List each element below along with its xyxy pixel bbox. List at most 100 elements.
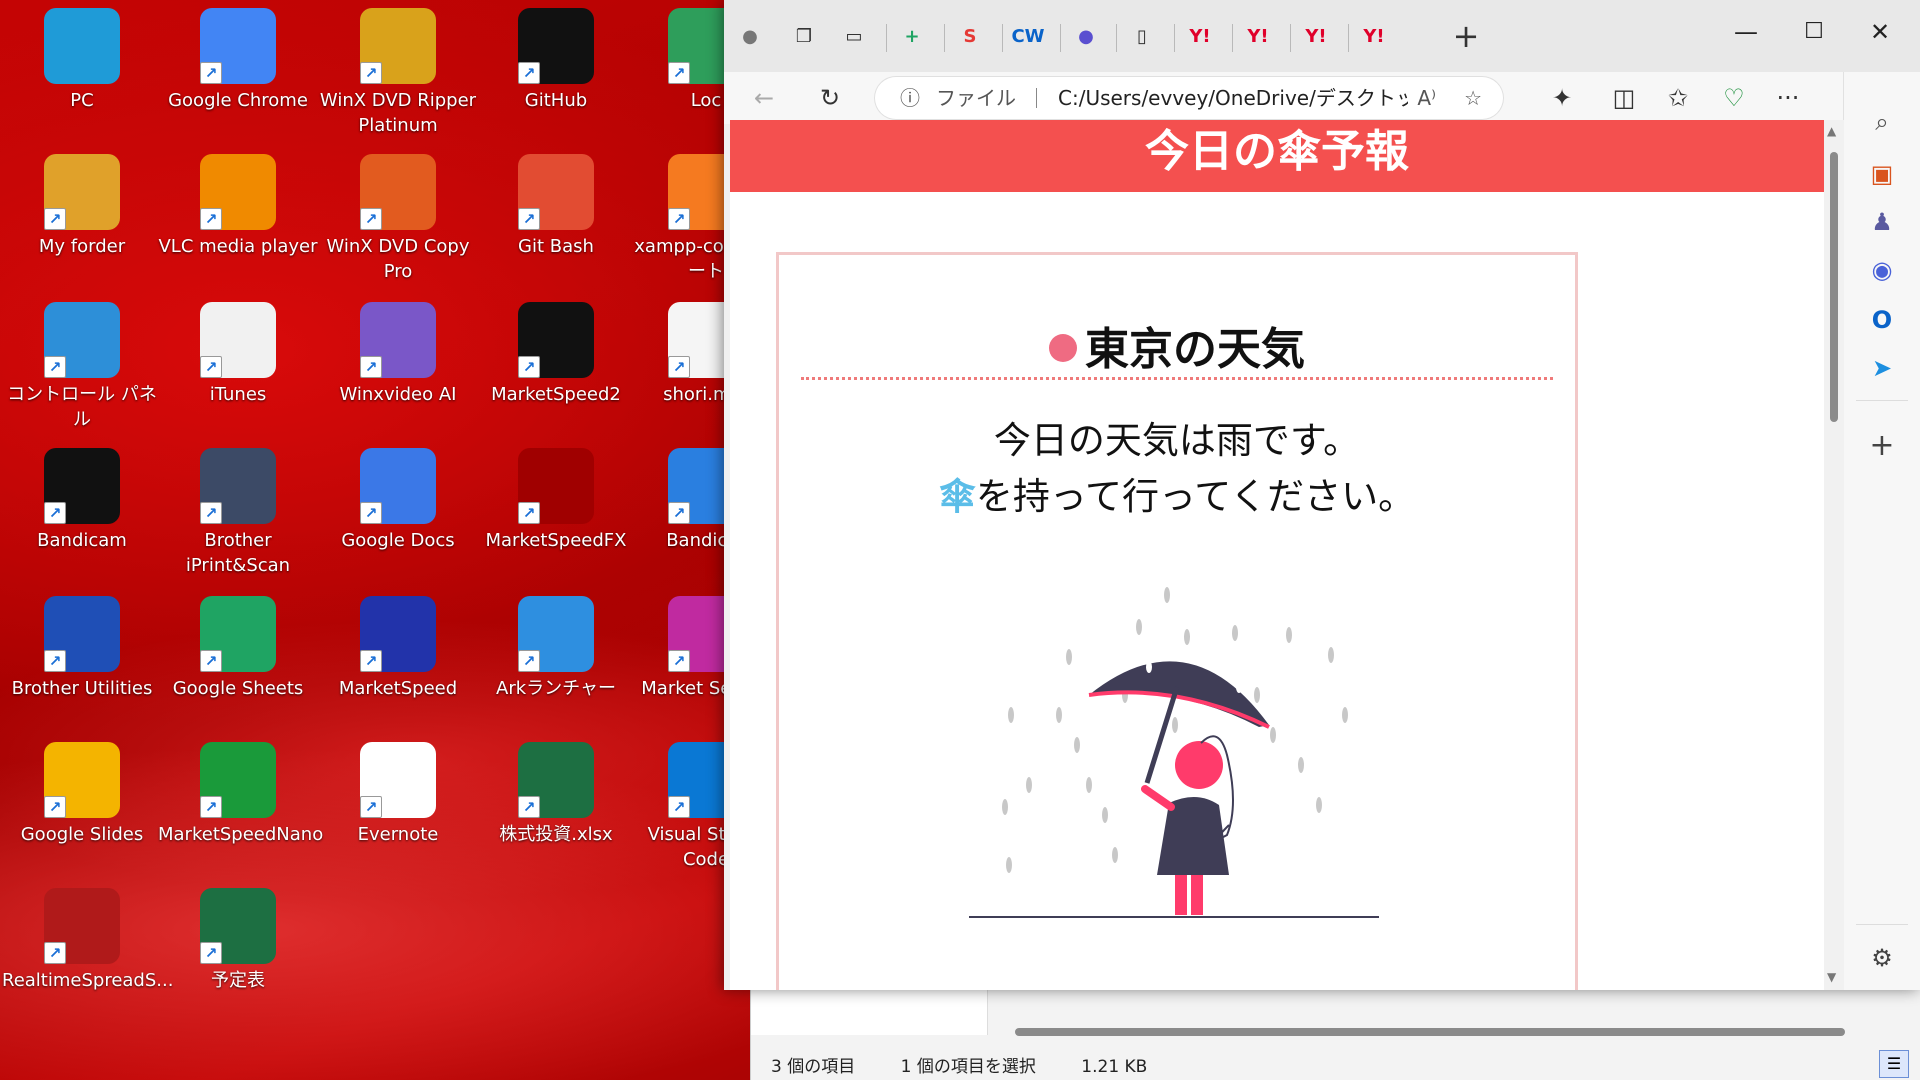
desktop-icon-label: RealtimeSpreadS... — [2, 970, 174, 991]
card-title: 東京の天気 — [779, 313, 1575, 377]
desktop-icon[interactable]: ↗ Google Docs — [318, 440, 478, 553]
google-slides-icon: ↗ — [44, 742, 120, 818]
close-button[interactable]: ✕ — [1850, 12, 1910, 52]
desktop-icon[interactable]: ↗ Winxvideo AI — [318, 294, 478, 407]
desktop-icon[interactable]: ↗ Git Bash — [476, 146, 636, 259]
desktop-icon[interactable]: ↗ Google Sheets — [158, 588, 318, 701]
read-aloud-icon[interactable]: A⁾ — [1417, 76, 1436, 120]
shortcut-arrow-icon: ↗ — [44, 650, 66, 672]
explorer-horizontal-scrollbar[interactable] — [1015, 1028, 1845, 1036]
yahoo-tab-icon[interactable]: Y! — [1356, 18, 1392, 54]
favorites-icon[interactable]: ✩ — [1658, 80, 1698, 116]
scroll-down-icon[interactable]: ▼ — [1827, 970, 1836, 984]
vlc-icon: ↗ — [200, 154, 276, 230]
back-icon[interactable]: ← — [744, 80, 784, 116]
desktop-icon[interactable]: ↗ MarketSpeed — [318, 588, 478, 701]
send-icon[interactable]: ➤ — [1862, 348, 1902, 388]
scroll-thumb[interactable] — [1830, 152, 1838, 422]
scheme-label: ファイル — [936, 86, 1016, 110]
desktop-icon[interactable]: ↗ MarketSpeedNano — [158, 734, 323, 847]
outlook-icon[interactable]: O — [1862, 300, 1902, 340]
split-screen-icon[interactable]: ◫ — [1604, 80, 1644, 116]
person-arm — [1141, 785, 1175, 811]
more-options-icon[interactable]: ··· — [1768, 80, 1808, 116]
maximize-button[interactable]: ☐ — [1784, 12, 1844, 52]
games-icon[interactable]: ♟ — [1862, 202, 1902, 242]
details-view-icon[interactable]: ☰ — [1879, 1050, 1909, 1078]
desktop-icon[interactable]: ↗ Brother Utilities — [2, 588, 162, 701]
refresh-icon[interactable]: ↻ — [810, 80, 850, 116]
add-icon[interactable]: + — [1862, 426, 1902, 466]
desktop-icon[interactable]: ↗ RealtimeSpreadS... — [2, 880, 174, 993]
desktop-icon[interactable]: ↗ Google Slides — [2, 734, 162, 847]
desktop-icon-label: iTunes — [209, 384, 267, 405]
apple-tab-icon[interactable]: ● — [1068, 18, 1104, 54]
cw-tab-icon[interactable]: CW — [1010, 18, 1046, 54]
chrome-icon: ↗ — [200, 8, 276, 84]
desktop-icon[interactable]: ↗ Google Chrome — [158, 0, 318, 113]
new-tab-button[interactable]: + — [1448, 17, 1484, 55]
bandicam-icon: ↗ — [44, 448, 120, 524]
page-tab-icon[interactable]: ▯ — [1124, 18, 1160, 54]
sheets-tab-icon[interactable]: + — [894, 18, 930, 54]
github-icon: ↗ — [518, 8, 594, 84]
browser-health-icon[interactable]: ♡ — [1714, 80, 1754, 116]
yahoo-tab-icon[interactable]: Y! — [1240, 18, 1276, 54]
swirl-tab-icon[interactable]: S — [952, 18, 988, 54]
settings-icon[interactable]: ⚙ — [1862, 938, 1902, 978]
file-size: 1.21 KB — [1081, 1057, 1148, 1077]
office-icon[interactable]: ◉ — [1862, 250, 1902, 290]
desktop-icon[interactable]: ↗ Evernote — [318, 734, 478, 847]
desktop-icon[interactable]: ↗ MarketSpeed2 — [476, 294, 636, 407]
desktop-icon[interactable]: ↗ コントロール パネル — [2, 294, 162, 432]
profile-icon[interactable]: ● — [732, 18, 768, 54]
minimize-button[interactable]: — — [1716, 12, 1776, 52]
desktop-icon-label: 予定表 — [211, 970, 265, 991]
dvd-copy-icon: ↗ — [360, 154, 436, 230]
desktop-icon[interactable]: ↗ 予定表 — [158, 880, 318, 993]
tab-separator — [944, 24, 945, 52]
info-icon[interactable]: ⓘ — [900, 76, 920, 120]
tab-actions-icon[interactable]: ▭ — [836, 18, 872, 54]
tab-separator — [1290, 24, 1291, 52]
extensions-icon[interactable]: ✦ — [1542, 80, 1582, 116]
shortcut-arrow-icon: ↗ — [360, 208, 382, 230]
tools-icon[interactable]: ▣ — [1862, 154, 1902, 194]
desktop-icon[interactable]: ↗ WinX DVD Copy Pro — [318, 146, 478, 284]
desktop-icon-label: My forder — [38, 236, 126, 257]
desktop-icon[interactable]: ↗ MarketSpeedFX — [476, 440, 636, 553]
message-line-2-rest: を持って行ってください。 — [975, 475, 1416, 518]
yahoo-tab-icon[interactable]: Y! — [1182, 18, 1218, 54]
desktop-icon-label: Google Docs — [341, 530, 455, 551]
marketspeednano-icon: ↗ — [200, 742, 276, 818]
shortcut-arrow-icon: ↗ — [360, 502, 382, 524]
winxvideo-icon: ↗ — [360, 302, 436, 378]
umbrella-word: 傘 — [938, 475, 976, 518]
yahoo-tab-icon[interactable]: Y! — [1298, 18, 1334, 54]
scroll-up-icon[interactable]: ▲ — [1827, 124, 1836, 138]
desktop-icon[interactable]: ↗ 株式投資.xlsx — [476, 734, 636, 847]
item-count: 3 個の項目 — [771, 1057, 856, 1077]
workspaces-icon[interactable]: ❐ — [786, 18, 822, 54]
sidebar-divider — [1856, 400, 1908, 401]
desktop-icon[interactable]: ↗ Bandicam — [2, 440, 162, 553]
favorite-star-icon[interactable]: ☆ — [1464, 76, 1482, 120]
desktop-icon-label: MarketSpeedFX — [485, 530, 627, 551]
address-bar[interactable]: ⓘ ファイル C:/Users/evvey/OneDrive/デスクトップ...… — [874, 76, 1504, 120]
desktop-icon[interactable]: PC — [2, 0, 162, 113]
person-leg-right — [1191, 875, 1203, 915]
desktop-icon[interactable]: ↗ My forder — [2, 146, 162, 259]
page-vertical-scrollbar[interactable]: ▲ ▼ — [1824, 120, 1844, 990]
desktop-icon-label: Google Sheets — [172, 678, 304, 699]
shortcut-arrow-icon: ↗ — [200, 356, 222, 378]
desktop-icon[interactable]: ↗ Brother iPrint&Scan — [158, 440, 318, 578]
desktop-icon[interactable]: ↗ GitHub — [476, 0, 636, 113]
desktop-icon[interactable]: ↗ WinX DVD Ripper Platinum — [318, 0, 478, 138]
card-title-text: 東京の天気 — [1085, 324, 1305, 375]
url-text[interactable]: C:/Users/evvey/OneDrive/デスクトップ... — [1058, 76, 1408, 120]
desktop-icon[interactable]: ↗ iTunes — [158, 294, 318, 407]
desktop-icon[interactable]: ↗ Arkランチャー — [476, 588, 636, 701]
desktop-icon-label: Google Chrome — [168, 90, 308, 111]
search-icon[interactable]: ⌕ — [1862, 102, 1902, 142]
desktop-icon[interactable]: ↗ VLC media player — [158, 146, 318, 259]
